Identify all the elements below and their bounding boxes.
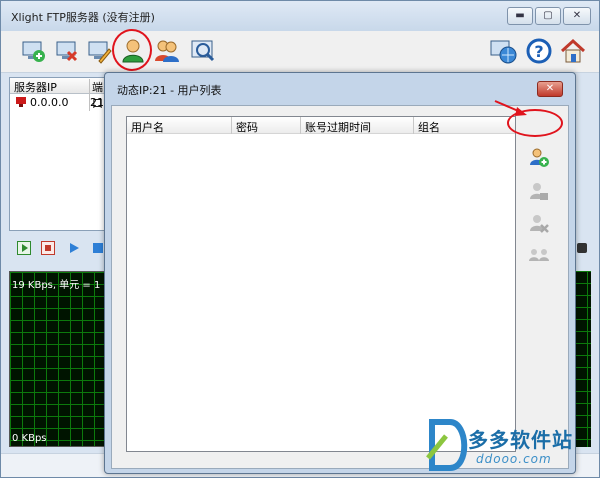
delete-user-icon bbox=[530, 215, 549, 233]
column-group[interactable]: 组名 bbox=[414, 119, 440, 134]
graph-scale-label: 19 KBps, 单元 = 1 KB bbox=[12, 280, 117, 291]
play-icon[interactable] bbox=[67, 241, 81, 255]
graph-zero-label: 0 KBps bbox=[12, 433, 47, 444]
search-icon bbox=[191, 40, 215, 62]
stop-icon[interactable] bbox=[41, 241, 55, 255]
minimize-button[interactable]: ▬ bbox=[507, 7, 533, 25]
help-icon: ? bbox=[526, 38, 552, 64]
maximize-button[interactable]: ▢ bbox=[535, 7, 561, 25]
red-arrow-icon bbox=[494, 100, 527, 116]
title-bar: Xlight FTP服务器 (没有注册) ▬ ▢ ✕ bbox=[1, 1, 599, 31]
watermark-text: 多多软件站 bbox=[468, 428, 573, 452]
edit-server-icon bbox=[88, 41, 112, 64]
watermark-logo-icon bbox=[426, 419, 468, 471]
column-server-ip[interactable]: 服务器IP bbox=[14, 79, 57, 95]
delete-server-button[interactable] bbox=[53, 37, 81, 65]
copy-user-button[interactable] bbox=[528, 244, 550, 266]
column-expire-time[interactable]: 账号过期时间 bbox=[301, 119, 371, 134]
user-table[interactable]: 用户名 密码 账号过期时间 组名 bbox=[126, 116, 516, 452]
global-settings-icon bbox=[490, 40, 517, 64]
right-status-icon bbox=[577, 243, 587, 253]
column-username[interactable]: 用户名 bbox=[127, 119, 164, 134]
help-button[interactable]: ? bbox=[525, 37, 553, 65]
edit-server-button[interactable] bbox=[85, 37, 113, 65]
global-settings-button[interactable] bbox=[489, 37, 517, 65]
server-port: 21 bbox=[90, 96, 104, 109]
user-group-button[interactable] bbox=[153, 37, 181, 65]
add-user-icon bbox=[530, 148, 549, 167]
svg-text:?: ? bbox=[534, 42, 543, 61]
dialog-title: 动态IP:21 - 用户列表 bbox=[117, 84, 222, 97]
user-table-header: 用户名 密码 账号过期时间 组名 bbox=[127, 117, 515, 134]
server-control-bar bbox=[9, 239, 109, 259]
server-list[interactable]: 服务器IP 端口 0.0.0.0 21 bbox=[9, 77, 109, 231]
server-ip: 0.0.0.0 bbox=[30, 96, 69, 109]
copy-user-icon bbox=[529, 249, 549, 261]
pause-icon[interactable] bbox=[91, 241, 105, 255]
delete-server-icon bbox=[56, 41, 78, 62]
toolbar: ? bbox=[1, 31, 599, 73]
start-icon[interactable] bbox=[17, 241, 31, 255]
close-button[interactable]: ✕ bbox=[563, 7, 591, 25]
home-button[interactable] bbox=[559, 37, 587, 65]
delete-user-button[interactable] bbox=[528, 212, 550, 234]
home-icon bbox=[560, 38, 586, 63]
edit-user-icon bbox=[530, 183, 548, 200]
server-status-icon bbox=[16, 97, 26, 107]
search-button[interactable] bbox=[189, 37, 217, 65]
window-title: Xlight FTP服务器 (没有注册) bbox=[11, 11, 155, 24]
table-row[interactable]: 0.0.0.0 21 bbox=[10, 94, 108, 110]
edit-user-button[interactable] bbox=[528, 180, 550, 202]
user-group-icon bbox=[155, 40, 179, 62]
toolbar-highlight-circle bbox=[112, 29, 152, 71]
watermark: 多多软件站 ddooo.com bbox=[426, 414, 596, 474]
traffic-graph: 19 KBps, 单元 = 1 KB 0 KBps bbox=[9, 271, 117, 447]
watermark-url: ddooo.com bbox=[476, 452, 552, 466]
add-user-button[interactable] bbox=[528, 146, 550, 168]
dialog-close-button[interactable]: ✕ bbox=[537, 81, 563, 97]
server-list-header: 服务器IP 端口 bbox=[10, 78, 108, 111]
add-server-button[interactable] bbox=[19, 37, 47, 65]
column-password[interactable]: 密码 bbox=[232, 119, 258, 134]
add-server-icon bbox=[22, 41, 45, 62]
